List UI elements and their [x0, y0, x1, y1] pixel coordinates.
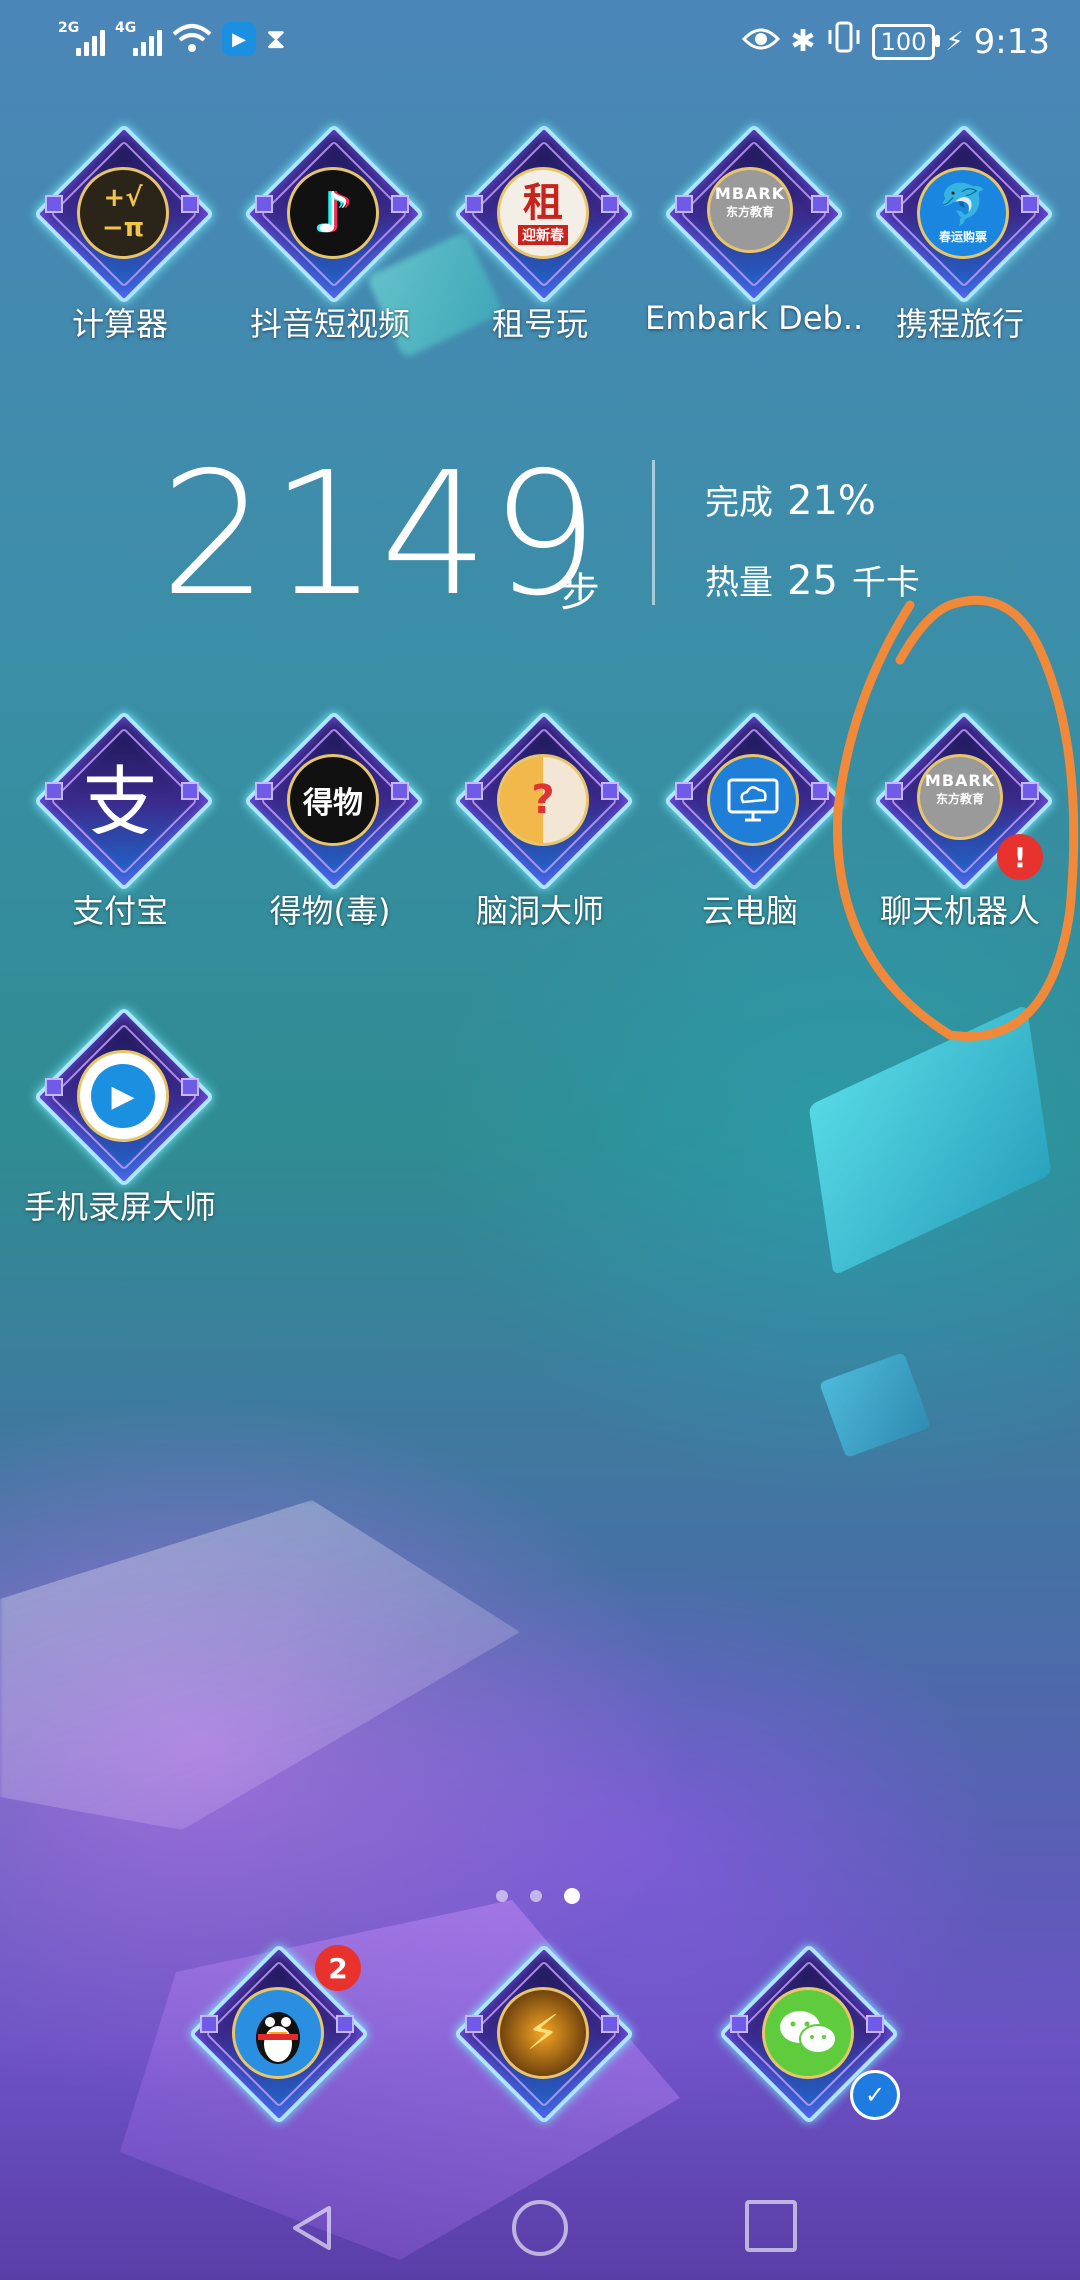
lightning-game-icon: ⚡: [497, 1987, 589, 2079]
recent-apps-icon[interactable]: [745, 2200, 797, 2252]
vibrate-icon: [826, 20, 862, 63]
step-unit: 步: [560, 570, 600, 616]
app-label: 支付宝: [71, 892, 168, 930]
page-indicator[interactable]: [496, 1888, 580, 1904]
clock: 9:13: [973, 21, 1050, 62]
logo-subtext: 东方教育: [725, 205, 774, 219]
logo-subtext: 迎新春: [518, 225, 568, 245]
logo-text: 支: [80, 759, 159, 840]
back-icon[interactable]: [285, 2200, 341, 2256]
app-label: 租号玩: [491, 305, 588, 343]
eye-icon: [742, 22, 781, 62]
app-label: 脑洞大师: [475, 892, 604, 930]
brain-icon: ?: [497, 754, 589, 846]
app-label: 携程旅行: [895, 305, 1024, 343]
cloud-pc-icon: [707, 754, 799, 846]
completion-label: 完成: [705, 483, 773, 523]
orange-circle-annotation: [833, 595, 1079, 1041]
status-bar: 2G 4G ▶ ⧗ ✱ 100 ⚡ 9:13: [0, 0, 1080, 90]
dewu-icon: 得物: [287, 754, 379, 846]
wechat-icon: [762, 1987, 854, 2079]
app-label: 得物(毒): [269, 892, 391, 930]
page-dot-active[interactable]: [564, 1888, 580, 1904]
hourglass-icon: ⧗: [266, 22, 286, 55]
app-label: 手机录屏大师: [23, 1188, 216, 1226]
dolphin-icon: 🐬: [938, 181, 988, 228]
bluetooth-icon: ✱: [790, 24, 816, 59]
notification-badge: 2: [315, 1945, 361, 1991]
completion-value: 21%: [787, 478, 876, 524]
wifi-icon: [172, 22, 212, 56]
wallpaper-cube: [819, 1352, 931, 1458]
dock-app-qq[interactable]: 2: [170, 1943, 380, 2125]
app-douyin[interactable]: ♪ 抖音短视频: [225, 123, 435, 345]
navigation-bar: [0, 2160, 1080, 2280]
screen-recorder-icon: ▶: [77, 1050, 169, 1142]
tiktok-icon: ♪: [287, 167, 379, 259]
app-screen-recorder[interactable]: ▶ 手机录屏大师: [15, 1006, 225, 1228]
network-type-label: 2G: [58, 20, 80, 36]
app-label: 计算器: [71, 305, 168, 343]
app-label: 抖音短视频: [249, 305, 410, 343]
calorie-label: 热量: [705, 563, 773, 603]
network-type-label: 4G: [115, 20, 137, 36]
logo-text: MBARK: [714, 184, 786, 203]
app-label: Embark Deb..: [645, 299, 864, 337]
widget-divider: [652, 460, 655, 605]
signal-icon: 4G: [115, 20, 162, 56]
app-zuhaowan[interactable]: 租 迎新春 租号玩: [435, 123, 645, 345]
home-icon[interactable]: [512, 2200, 568, 2256]
signal-icon: 2G: [58, 20, 105, 56]
logo-subtext: 春运购票: [938, 229, 987, 244]
app-brain-master[interactable]: ? 脑洞大师: [435, 710, 645, 932]
page-dot[interactable]: [530, 1890, 542, 1902]
logo-text: 得物: [303, 786, 363, 821]
battery-level: 100: [880, 27, 927, 56]
embark-icon: MBARK 东方教育: [707, 167, 793, 253]
app-dewu[interactable]: 得物 得物(毒): [225, 710, 435, 932]
app-cloud-pc[interactable]: 云电脑: [645, 710, 855, 932]
ctrip-icon: 🐬 春运购票: [917, 167, 1009, 259]
zuhaowan-icon: 租 迎新春: [497, 167, 589, 259]
verified-shield-icon: ✓: [850, 2070, 900, 2120]
qq-icon: [232, 1987, 324, 2079]
calculator-icon: +√ −π: [77, 167, 169, 259]
wallpaper-shard: [0, 1500, 520, 1830]
app-calculator[interactable]: +√ −π 计算器: [15, 123, 225, 345]
dock-app-wechat[interactable]: ✓: [700, 1943, 910, 2125]
app-embark-debug[interactable]: MBARK 东方教育 Embark Deb..: [645, 123, 864, 337]
logo-text: 租: [523, 180, 563, 226]
notification-count: 2: [328, 1951, 348, 1985]
charging-icon: ⚡: [945, 26, 964, 57]
battery-icon: 100: [871, 23, 941, 60]
app-ctrip[interactable]: 🐬 春运购票 携程旅行: [855, 123, 1065, 345]
completion-stat: 完成 21%: [705, 475, 876, 524]
page-dot[interactable]: [496, 1890, 508, 1902]
screen-record-icon: ▶: [222, 22, 256, 56]
app-label: 云电脑: [701, 892, 798, 930]
app-alipay[interactable]: 支 支付宝: [15, 710, 225, 932]
step-count: 2149: [160, 436, 601, 634]
dock-app-game[interactable]: ⚡: [435, 1943, 645, 2125]
alipay-icon: 支: [77, 754, 163, 840]
